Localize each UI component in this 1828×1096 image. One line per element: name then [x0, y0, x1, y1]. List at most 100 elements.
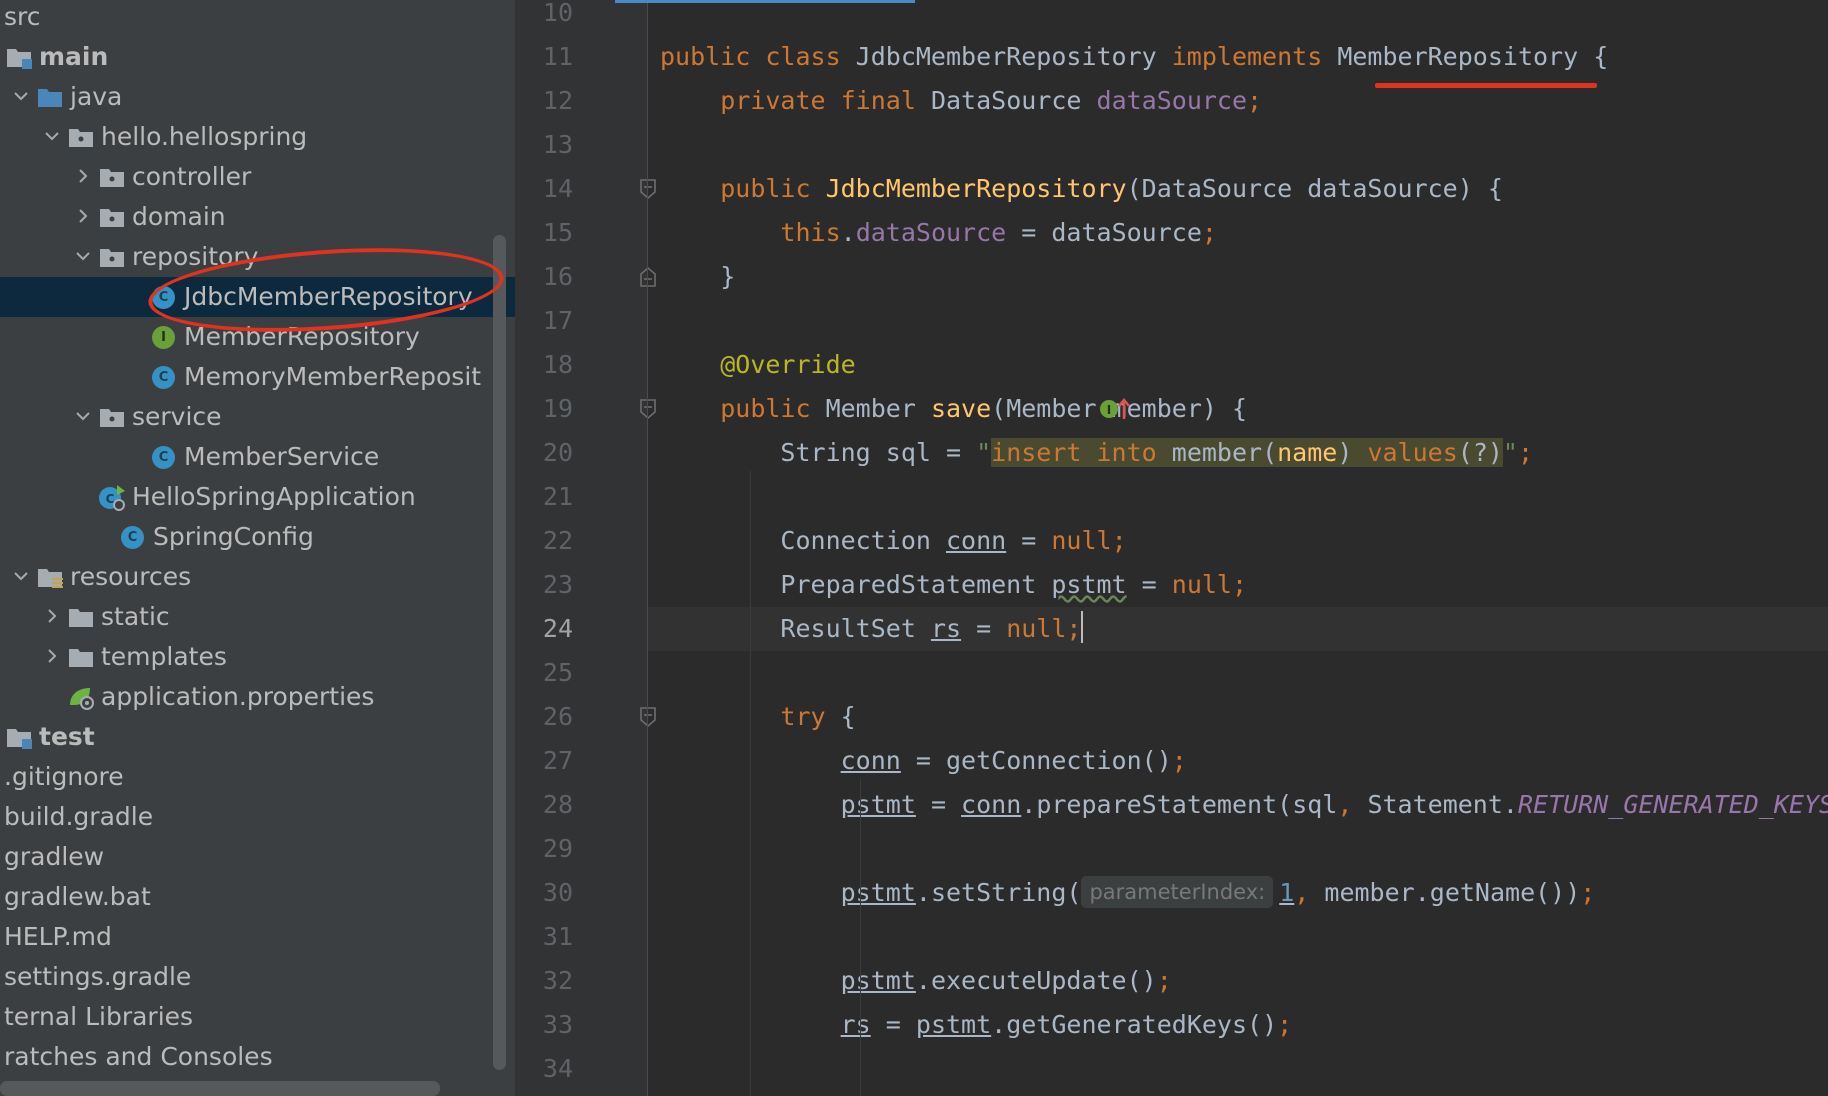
tree-item[interactable]: HELP.md [0, 917, 515, 957]
line-number[interactable]: 24 [515, 607, 573, 651]
line-number[interactable]: 17 [515, 299, 573, 343]
tree-item[interactable]: main [0, 37, 515, 77]
chevron-right-icon[interactable] [75, 208, 91, 224]
tree-item[interactable]: C MemberService [0, 437, 515, 477]
code-fold-icon[interactable] [639, 706, 657, 728]
source-folder-icon [35, 83, 65, 111]
tree-item[interactable]: resources [0, 557, 515, 597]
code-line[interactable]: public class JdbcMemberRepository implem… [660, 35, 1608, 79]
code-line[interactable]: private final DataSource dataSource; [660, 79, 1262, 123]
code-line[interactable]: public JdbcMemberRepository(DataSource d… [660, 167, 1503, 211]
tree-item[interactable]: java [0, 77, 515, 117]
code-line[interactable]: } [660, 255, 735, 299]
tree-item[interactable]: repository [0, 237, 515, 277]
code-line[interactable]: try { [660, 695, 855, 739]
tree-item[interactable]: src [0, 0, 515, 37]
tree-item[interactable]: templates [0, 637, 515, 677]
line-number[interactable]: 34 [515, 1047, 573, 1091]
tree-item[interactable]: domain [0, 197, 515, 237]
code-line[interactable]: public Member save(Member member) { [660, 387, 1247, 431]
line-number[interactable]: 22 [515, 519, 573, 563]
chevron-right-icon[interactable] [75, 168, 91, 184]
code-line[interactable]: pstmt.setString(parameterIndex: 1, member… [660, 871, 1595, 915]
code-line[interactable]: pstmt.executeUpdate(); [660, 959, 1172, 1003]
code-editor[interactable]: 10 11 12 13 14 15 16 17 18 19 20 21 22 23 24 25 26 27 28 29… [515, 0, 1828, 1096]
code-token: = getConnection() [900, 746, 1172, 775]
line-number[interactable]: 21 [515, 475, 573, 519]
line-number[interactable]: 10 [515, 0, 573, 35]
code-line[interactable]: ResultSet rs = null; [660, 607, 1084, 651]
code-line[interactable]: Connection conn = null; [660, 519, 1126, 563]
tree-item[interactable]: .gitignore [0, 757, 515, 797]
code-fold-icon[interactable] [639, 178, 657, 200]
tree-item[interactable]: application.properties [0, 677, 515, 717]
code-line[interactable]: pstmt = conn.prepareStatement(sql, State… [660, 783, 1828, 827]
chevron-down-icon[interactable] [13, 568, 29, 584]
code-token: pstmt [915, 1010, 992, 1039]
tree-item[interactable]: settings.gradle [0, 957, 515, 997]
line-number[interactable]: 28 [515, 783, 573, 827]
line-number[interactable]: 33 [515, 1003, 573, 1047]
chevron-down-icon[interactable] [75, 248, 91, 264]
chevron-down-icon[interactable] [13, 88, 29, 104]
line-number[interactable]: 25 [515, 651, 573, 695]
line-number[interactable]: 20 [515, 431, 573, 475]
chevron-right-icon[interactable] [44, 648, 60, 664]
code-line[interactable]: @Override [660, 343, 855, 387]
line-number[interactable]: 12 [515, 79, 573, 123]
line-number[interactable]: 18 [515, 343, 573, 387]
chevron-right-icon[interactable] [44, 608, 60, 624]
tree-horizontal-scrollbar[interactable] [0, 1081, 440, 1096]
code-line[interactable]: rs = pstmt.getGeneratedKeys(); [660, 1003, 1293, 1047]
code-token: = [1006, 526, 1052, 555]
tree-vertical-scrollbar[interactable] [493, 235, 506, 1070]
line-number[interactable]: 27 [515, 739, 573, 783]
tree-item[interactable]: gradlew.bat [0, 877, 515, 917]
code-token: (DataSource dataSource) { [1126, 174, 1503, 203]
code-line[interactable]: String sql = "insert into member(name) v… [660, 431, 1533, 475]
tree-item[interactable]: C SpringConfig [0, 517, 515, 557]
code-token: ; [1171, 746, 1187, 775]
chevron-down-icon[interactable] [75, 408, 91, 424]
line-number[interactable]: 16 [515, 255, 573, 299]
tree-item[interactable]: C JdbcMemberRepository [0, 277, 515, 317]
line-number[interactable]: 11 [515, 35, 573, 79]
tree-item[interactable]: C HelloSpringApplication [0, 477, 515, 517]
implements-method-gutter-icon[interactable]: I [1098, 395, 1132, 423]
package-icon [97, 163, 127, 191]
line-number[interactable]: 13 [515, 123, 573, 167]
tree-item[interactable]: C MemoryMemberReposit [0, 357, 515, 397]
line-number[interactable]: 15 [515, 211, 573, 255]
line-number[interactable]: 30 [515, 871, 573, 915]
tree-item[interactable]: gradlew [0, 837, 515, 877]
tree-item[interactable]: service [0, 397, 515, 437]
tree-item[interactable]: I MemberRepository [0, 317, 515, 357]
tree-item[interactable]: hello.hellospring [0, 117, 515, 157]
tree-item-label: hello.hellospring [101, 122, 308, 151]
code-fold-icon[interactable] [639, 266, 657, 288]
line-number[interactable]: 19 [515, 387, 573, 431]
code-token: JdbcMemberRepository [825, 174, 1127, 203]
tree-item[interactable]: ratches and Consoles [0, 1037, 515, 1077]
tree-item[interactable]: static [0, 597, 515, 637]
code-fold-icon[interactable] [639, 398, 657, 420]
line-number[interactable]: 31 [515, 915, 573, 959]
tree-item[interactable]: controller [0, 157, 515, 197]
tree-item-label: gradlew.bat [4, 882, 151, 911]
code-line[interactable]: this.dataSource = dataSource; [660, 211, 1217, 255]
code-token: JdbcMemberRepository [855, 42, 1172, 71]
chevron-down-icon[interactable] [44, 128, 60, 144]
line-number[interactable]: 23 [515, 563, 573, 607]
tree-item[interactable]: test [0, 717, 515, 757]
code-line[interactable]: PreparedStatement pstmt = null; [660, 563, 1247, 607]
line-number[interactable]: 26 [515, 695, 573, 739]
line-number[interactable]: 29 [515, 827, 573, 871]
line-number[interactable]: 32 [515, 959, 573, 1003]
code-token: . [840, 218, 856, 247]
line-number[interactable]: 14 [515, 167, 573, 211]
code-line[interactable]: conn = getConnection(); [660, 739, 1187, 783]
tree-item[interactable]: build.gradle [0, 797, 515, 837]
tree-item[interactable]: ternal Libraries [0, 997, 515, 1037]
